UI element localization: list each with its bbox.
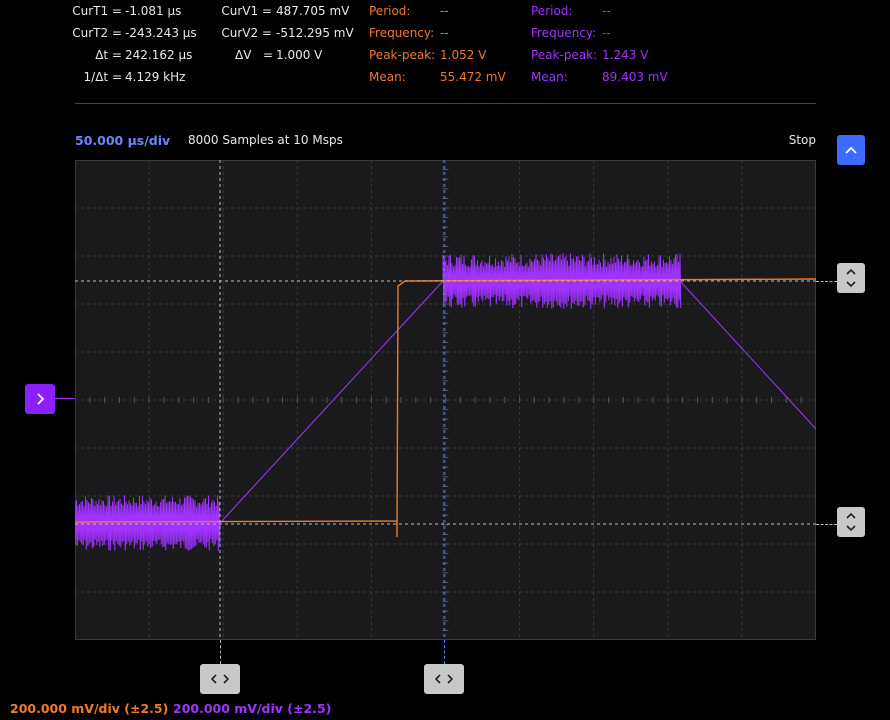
ch1-mean-label: Mean:: [369, 70, 406, 84]
ch2-period-value: --: [602, 4, 611, 18]
ch2-mean-value: 89.403 mV: [602, 70, 668, 84]
chevron-right-icon: [37, 393, 44, 405]
cursor-t1-handle[interactable]: [424, 664, 464, 694]
cursor-v2-connector: [816, 524, 837, 525]
delta-v-label: ΔV: [235, 48, 252, 62]
cursor-v1-handle[interactable]: [837, 263, 865, 293]
cursor-t2-handle[interactable]: [200, 664, 240, 694]
ch2-scale-label[interactable]: 200.000 mV/div (±2.5): [173, 701, 331, 716]
inverse-delta-t-value: 4.129 kHz: [125, 70, 186, 84]
run-state[interactable]: Stop: [770, 133, 816, 147]
curv2-label: CurV2 =: [221, 26, 272, 40]
trigger-marker-line: [55, 398, 75, 399]
ch1-mean-value: 55.472 mV: [440, 70, 506, 84]
ch1-frequency-label: Frequency:: [369, 26, 435, 40]
chevron-left-right-icon: [210, 674, 230, 684]
delta-v-value: 1.000 V: [276, 48, 323, 62]
ch2-mean-label: Mean:: [531, 70, 568, 84]
oscilloscope-display[interactable]: [75, 160, 816, 640]
curt2-value: -243.243 µs: [125, 26, 197, 40]
curv2-value: -512.295 mV: [276, 26, 354, 40]
cursor-t1-connector: [444, 640, 445, 664]
curt1-label: CurT1 =: [72, 4, 122, 18]
ch2-peak-peak-value: 1.243 V: [602, 48, 649, 62]
curv1-value: 487.705 mV: [276, 4, 350, 18]
ch1-period-value: --: [440, 4, 449, 18]
curt2-label: CurT2 =: [72, 26, 122, 40]
collapse-panel-button[interactable]: [837, 135, 865, 165]
ch2-peak-peak-label: Peak-peak:: [531, 48, 598, 62]
curv1-label: CurV1 =: [221, 4, 272, 18]
delta-t-value: 242.162 µs: [125, 48, 193, 62]
cursor-v1-connector: [816, 281, 837, 282]
delta-v-equals: =: [263, 48, 274, 62]
ch1-frequency-value: --: [440, 26, 449, 40]
ch1-scale-label[interactable]: 200.000 mV/div (±2.5): [10, 701, 168, 716]
curt1-value: -1.081 µs: [125, 4, 182, 18]
header-separator: [75, 103, 816, 104]
cursor-v2-handle[interactable]: [837, 507, 865, 537]
trigger-level-marker[interactable]: [25, 384, 55, 414]
inverse-delta-t-label: 1/Δt =: [83, 70, 122, 84]
sample-info: 8000 Samples at 10 Msps: [188, 133, 343, 147]
cursor-t2-connector: [220, 640, 221, 664]
ch2-frequency-value: --: [602, 26, 611, 40]
ch1-period-label: Period:: [369, 4, 411, 18]
ch2-period-label: Period:: [531, 4, 573, 18]
ch1-peak-peak-value: 1.052 V: [440, 48, 487, 62]
chevron-left-right-icon: [434, 674, 454, 684]
delta-t-label: Δt =: [95, 48, 122, 62]
timebase-label[interactable]: 50.000 µs/div: [75, 133, 170, 148]
ch2-frequency-label: Frequency:: [531, 26, 597, 40]
chevron-up-icon: [845, 146, 857, 154]
ch1-peak-peak-label: Peak-peak:: [369, 48, 436, 62]
chevron-up-down-icon: [846, 512, 856, 532]
chevron-up-down-icon: [846, 268, 856, 288]
